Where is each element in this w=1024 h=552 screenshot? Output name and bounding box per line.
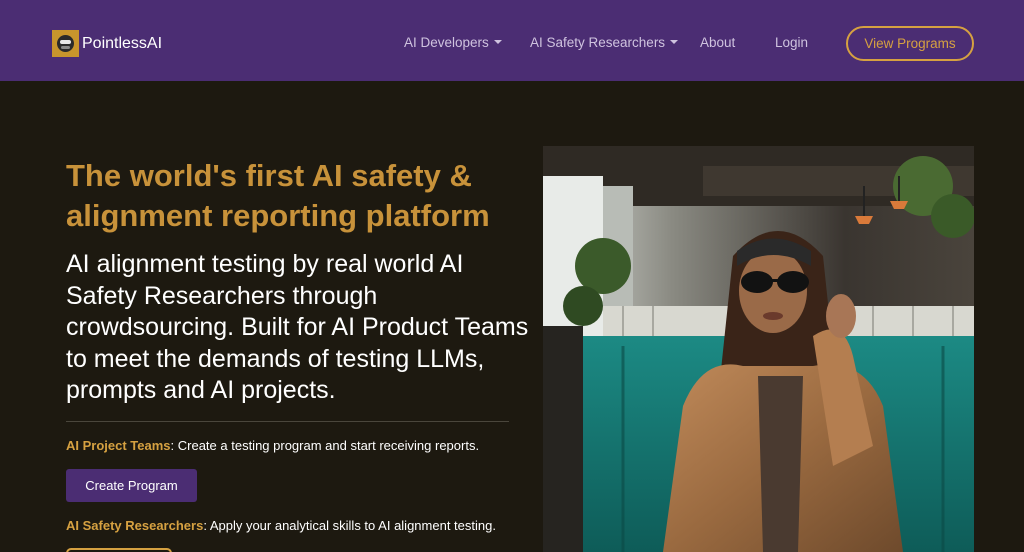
nav-ai-safety-researchers-label: AI Safety Researchers xyxy=(530,35,666,50)
nav-ai-developers-label: AI Developers xyxy=(404,35,489,50)
safety-researchers-label: AI Safety Researchers xyxy=(66,518,204,533)
brand-logo-icon xyxy=(52,30,79,57)
hero-subtitle: AI alignment testing by real world AI Sa… xyxy=(66,250,529,404)
top-navbar: PointlessAI AI Developers AI Safety Rese… xyxy=(0,0,1024,81)
project-teams-label: AI Project Teams xyxy=(66,438,171,453)
hero-title: The world's first AI safety & alignment … xyxy=(66,158,490,233)
researcher-signup-button[interactable] xyxy=(66,548,172,552)
nav-about-link[interactable]: About xyxy=(700,35,735,50)
caret-down-icon xyxy=(493,40,502,44)
project-teams-line: AI Project Teams: Create a testing progr… xyxy=(66,438,479,453)
brand-link[interactable]: PointlessAI xyxy=(52,30,162,57)
create-program-button[interactable]: Create Program xyxy=(66,469,197,502)
project-teams-text: : Create a testing program and start rec… xyxy=(170,438,480,453)
view-programs-button[interactable]: View Programs xyxy=(846,26,974,61)
safety-researchers-line: AI Safety Researchers: Apply your analyt… xyxy=(66,518,496,533)
nav-ai-safety-researchers-dropdown[interactable]: AI Safety Researchers xyxy=(530,35,679,50)
brand-name: PointlessAI xyxy=(82,34,163,52)
caret-down-icon xyxy=(670,40,679,44)
safety-researchers-text: : Apply your analytical skills to AI ali… xyxy=(203,518,496,533)
nav-ai-developers-dropdown[interactable]: AI Developers xyxy=(404,35,502,50)
nav-login-link[interactable]: Login xyxy=(775,35,808,50)
hero-divider xyxy=(66,421,509,422)
woman-in-cafe-photo-icon xyxy=(543,146,974,552)
hero-photo xyxy=(543,146,974,552)
